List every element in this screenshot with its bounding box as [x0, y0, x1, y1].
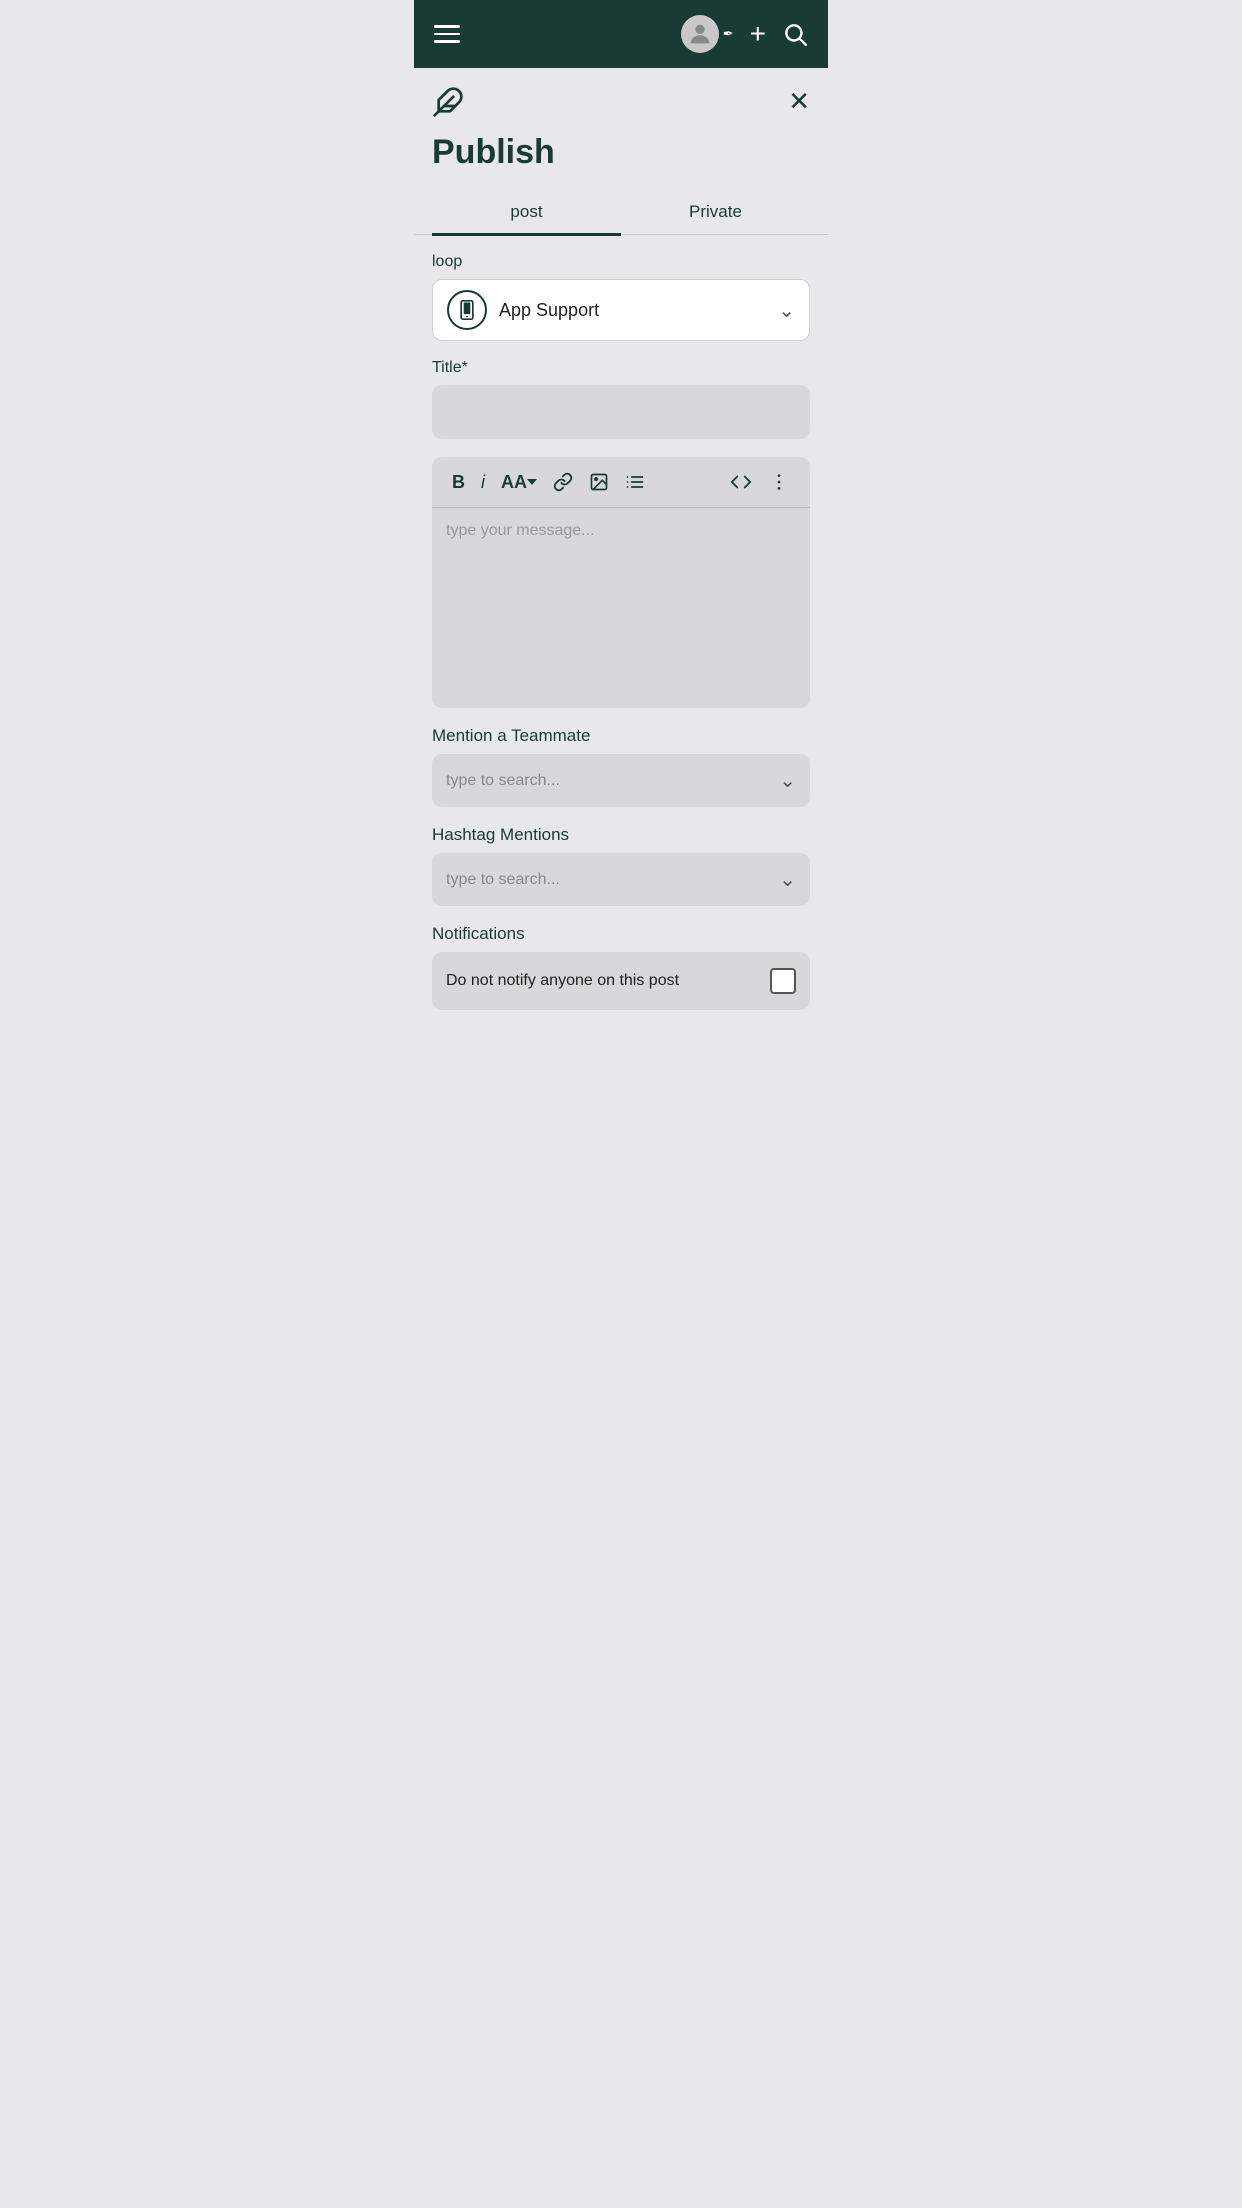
more-icon: [768, 471, 790, 493]
do-not-notify-text: Do not notify anyone on this post: [446, 972, 679, 990]
do-not-notify-checkbox[interactable]: [770, 968, 796, 994]
image-icon: [589, 472, 609, 492]
panel-header: ✕: [432, 86, 810, 125]
hamburger-menu-button[interactable]: [434, 25, 460, 43]
phone-icon: [457, 300, 477, 320]
editor-placeholder: type your message...: [446, 522, 595, 539]
avatar-button[interactable]: [681, 15, 719, 53]
link-icon: [553, 472, 573, 492]
editor-toolbar: B i AA: [432, 457, 810, 508]
hashtag-caret-icon: ⌄: [779, 867, 796, 892]
tabs-container: post Private: [414, 190, 828, 235]
title-input[interactable]: [432, 385, 810, 439]
publish-panel: ✕ Publish post Private loop App Support …: [414, 68, 828, 1028]
code-icon: [730, 471, 752, 493]
italic-button[interactable]: i: [475, 468, 491, 497]
loop-selected-value: App Support: [447, 290, 599, 330]
feather-icon: [432, 86, 464, 125]
link-button[interactable]: [547, 468, 579, 496]
more-options-button[interactable]: [762, 467, 796, 497]
bold-button[interactable]: B: [446, 468, 471, 497]
font-size-button[interactable]: AA: [495, 468, 543, 497]
hashtag-label: Hashtag Mentions: [432, 825, 810, 845]
loop-name: App Support: [499, 300, 599, 321]
avatar-caret-icon: ✒: [723, 26, 734, 42]
mention-dropdown[interactable]: type to search... ⌄: [432, 754, 810, 807]
add-button[interactable]: +: [750, 20, 766, 48]
tab-private[interactable]: Private: [621, 190, 810, 234]
font-size-caret-icon: [527, 477, 537, 487]
code-button[interactable]: [724, 467, 758, 497]
image-button[interactable]: [583, 468, 615, 496]
list-icon: [625, 472, 645, 492]
avatar-dropdown[interactable]: ✒: [681, 15, 734, 53]
message-editor[interactable]: type your message...: [432, 508, 810, 708]
user-avatar-icon: [686, 20, 714, 48]
mention-placeholder: type to search...: [446, 772, 560, 790]
notification-box: Do not notify anyone on this post: [432, 952, 810, 1010]
notifications-label: Notifications: [432, 924, 810, 944]
loop-dropdown-caret-icon: ⌄: [778, 298, 795, 323]
editor-container: B i AA: [432, 457, 810, 708]
form-content: loop App Support ⌄ Title* B i: [432, 235, 810, 1028]
hashtag-placeholder: type to search...: [446, 871, 560, 889]
loop-app-icon: [447, 290, 487, 330]
mention-caret-icon: ⌄: [779, 768, 796, 793]
publish-title: Publish: [432, 133, 810, 172]
top-navigation: ✒ +: [414, 0, 828, 68]
loop-label: loop: [432, 253, 810, 271]
title-label: Title*: [432, 359, 810, 377]
list-button[interactable]: [619, 468, 651, 496]
search-button[interactable]: [782, 21, 808, 47]
mention-label: Mention a Teammate: [432, 726, 810, 746]
loop-dropdown[interactable]: App Support ⌄: [432, 279, 810, 341]
close-button[interactable]: ✕: [788, 86, 810, 117]
tab-post[interactable]: post: [432, 190, 621, 234]
hashtag-dropdown[interactable]: type to search... ⌄: [432, 853, 810, 906]
